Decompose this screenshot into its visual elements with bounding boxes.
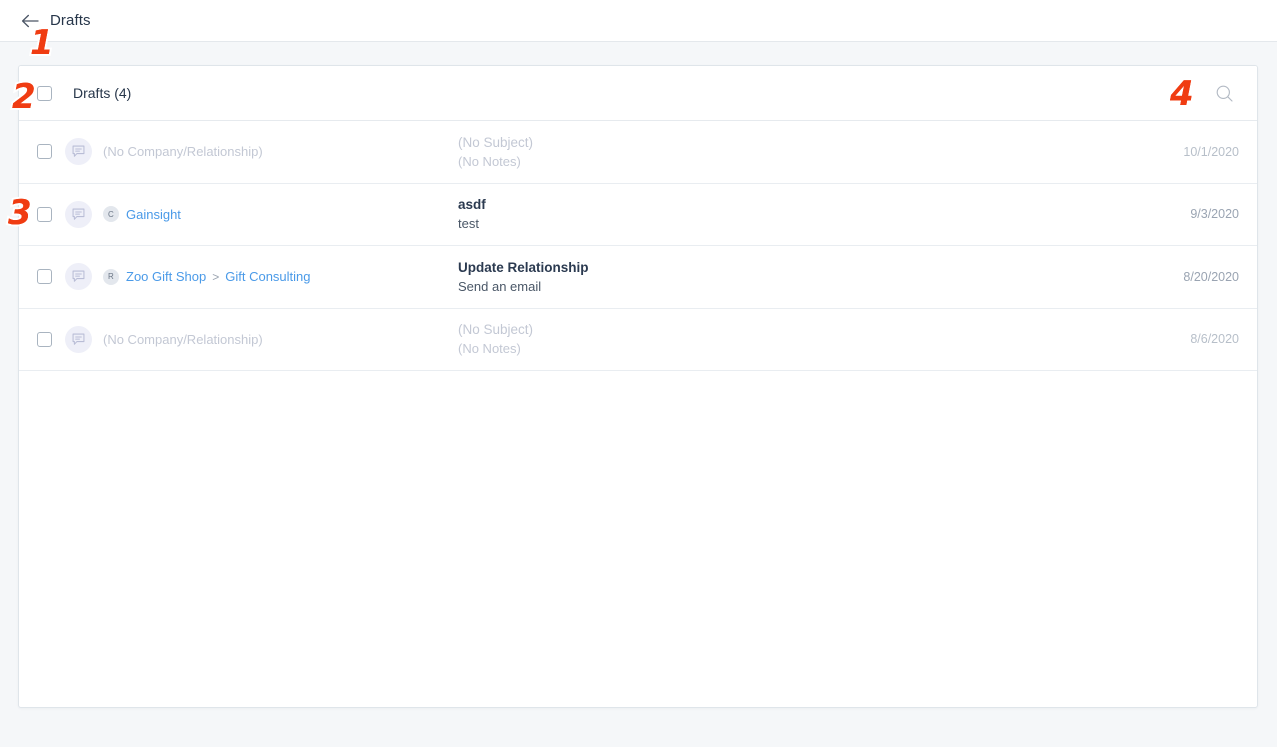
row-context: (No Company/Relationship)	[103, 332, 458, 347]
row-subject-column: (No Subject) (No Notes)	[458, 135, 1107, 169]
drafts-card: Drafts (4) (No Company/Relationship) (No …	[18, 65, 1258, 708]
row-context: (No Company/Relationship)	[103, 144, 458, 159]
row-checkbox[interactable]	[37, 206, 52, 222]
row-checkbox[interactable]	[37, 331, 52, 347]
company-link[interactable]: Zoo Gift Shop	[126, 269, 206, 284]
row-subject: Update Relationship	[458, 259, 589, 275]
arrow-left-icon	[21, 14, 39, 27]
breadcrumb-separator: >	[212, 269, 220, 284]
entity-type-badge: C	[103, 206, 119, 223]
chat-bubble-icon	[72, 208, 85, 220]
chat-bubble-icon	[72, 333, 85, 345]
row-context: R Zoo Gift Shop > Gift Consulting	[103, 268, 458, 285]
row-date: 10/1/2020	[1183, 144, 1239, 159]
row-subject: (No Subject)	[458, 322, 534, 338]
drafts-list: (No Company/Relationship) (No Subject) (No…	[19, 121, 1257, 371]
search-icon	[1216, 85, 1233, 102]
row-subject-column: asdf test	[458, 197, 1107, 231]
no-company-label: (No Company/Relationship)	[103, 331, 263, 347]
row-subject-column: (No Subject) (No Notes)	[458, 322, 1107, 356]
relationship-link[interactable]: Gift Consulting	[225, 269, 310, 284]
row-context: C Gainsight	[103, 206, 458, 223]
table-row[interactable]: C Gainsight asdf test 9/3/2020	[19, 183, 1257, 246]
row-subject: (No Subject)	[458, 134, 534, 150]
back-arrow-icon[interactable]	[16, 7, 44, 35]
entity-type-badge: R	[103, 268, 119, 285]
no-company-label: (No Company/Relationship)	[103, 144, 263, 160]
top-header-bar: Drafts	[0, 0, 1277, 42]
row-subject-column: Update Relationship Send an email	[458, 260, 1107, 294]
page-title: Drafts	[50, 12, 91, 29]
activity-type-avatar	[65, 325, 92, 353]
company-link[interactable]: Gainsight	[126, 207, 181, 222]
row-checkbox[interactable]	[37, 269, 52, 285]
table-row[interactable]: R Zoo Gift Shop > Gift Consulting Update Rel…	[19, 246, 1257, 309]
chat-bubble-icon	[72, 145, 85, 158]
row-notes: test	[458, 216, 479, 232]
row-date: 9/3/2020	[1190, 207, 1239, 222]
row-notes: (No Notes)	[458, 153, 521, 169]
list-header-label: Drafts (4)	[73, 85, 132, 101]
row-checkbox[interactable]	[37, 144, 52, 160]
activity-type-avatar	[65, 200, 92, 228]
search-button[interactable]	[1205, 74, 1243, 112]
activity-type-avatar	[65, 138, 92, 166]
table-row[interactable]: (No Company/Relationship) (No Subject) (No…	[19, 121, 1257, 184]
row-notes: Send an email	[458, 278, 542, 294]
table-row[interactable]: (No Company/Relationship) (No Subject) (No…	[19, 308, 1257, 371]
list-header-row: Drafts (4)	[19, 66, 1257, 121]
row-notes: (No Notes)	[458, 341, 521, 357]
select-all-checkbox[interactable]	[37, 85, 52, 101]
chat-bubble-icon	[72, 270, 85, 283]
row-date: 8/20/2020	[1183, 269, 1239, 284]
row-subject: asdf	[458, 197, 486, 213]
activity-type-avatar	[65, 263, 92, 291]
row-date: 8/6/2020	[1190, 332, 1239, 347]
